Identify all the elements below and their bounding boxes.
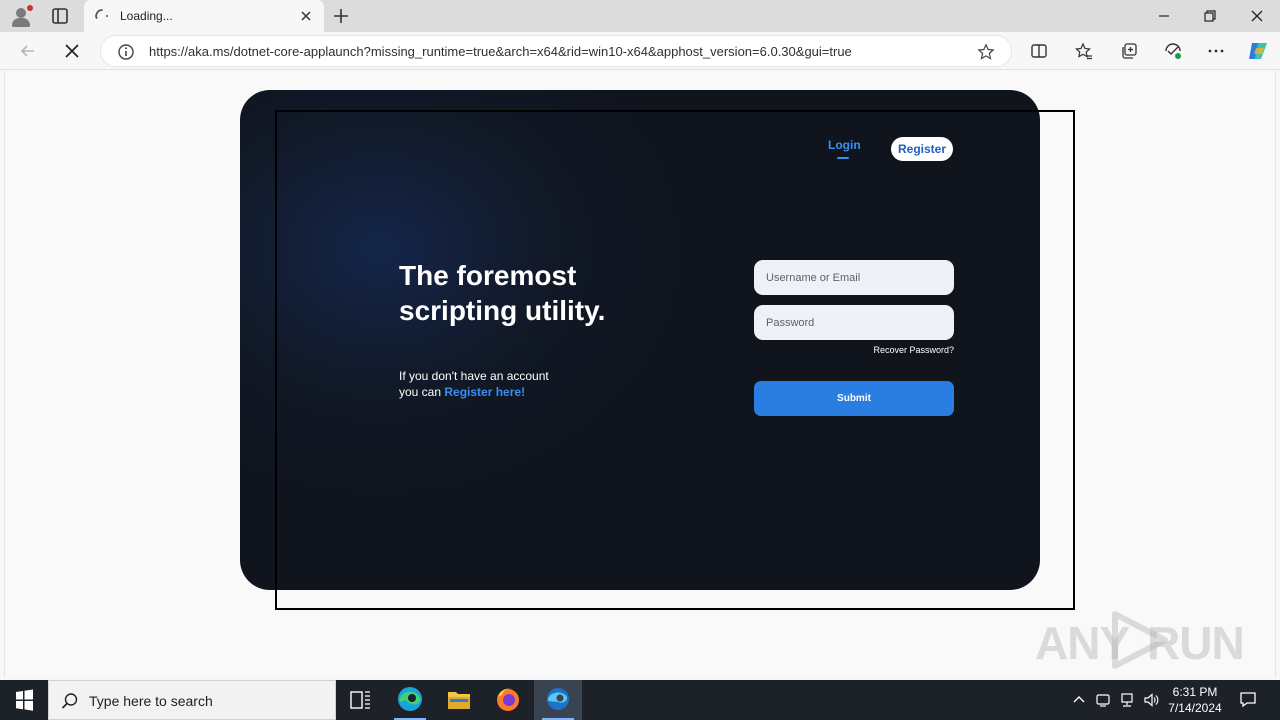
close-tab-icon[interactable] — [298, 8, 314, 24]
search-placeholder: Type here to search — [89, 693, 213, 709]
username-input[interactable] — [754, 260, 954, 295]
tab-title: Loading... — [120, 9, 173, 23]
start-windows-icon[interactable] — [0, 680, 48, 720]
register-prompt-line1: If you don't have an account — [399, 369, 549, 383]
loading-spinner-icon — [95, 9, 108, 19]
url-text[interactable]: https://aka.ms/dotnet-core-applaunch?mis… — [149, 44, 852, 59]
restore-icon[interactable] — [1202, 8, 1218, 24]
login-card: Login Register The foremost scripting ut… — [240, 90, 1040, 590]
taskbar-firefox[interactable] — [484, 680, 532, 720]
address-bar[interactable]: https://aka.ms/dotnet-core-applaunch?mis… — [100, 35, 1012, 67]
browser-toolbar: https://aka.ms/dotnet-core-applaunch?mis… — [0, 32, 1280, 70]
network-icon[interactable] — [1119, 692, 1135, 708]
browser-tab-bar: Loading... — [0, 0, 1280, 32]
nav-register-button[interactable]: Register — [891, 137, 953, 161]
password-input[interactable] — [754, 305, 954, 340]
meet-now-icon[interactable] — [1095, 692, 1111, 708]
browser-essentials-icon[interactable] — [1164, 42, 1182, 60]
favorites-icon[interactable] — [1075, 42, 1093, 60]
volume-icon[interactable] — [1143, 692, 1159, 708]
back-icon[interactable] — [19, 42, 37, 60]
taskbar-edge[interactable] — [386, 680, 434, 720]
taskbar-clock[interactable]: 6:31 PM 7/14/2024 — [1158, 684, 1232, 716]
notifications-icon[interactable] — [1239, 690, 1257, 708]
anyrun-watermark: ANY RUN — [1035, 608, 1245, 672]
profile-icon[interactable] — [10, 5, 33, 27]
show-hidden-icons-chevron-icon[interactable] — [1071, 692, 1087, 708]
tab-actions-icon[interactable] — [50, 6, 70, 26]
folder-icon — [448, 692, 470, 709]
active-tab[interactable]: Loading... — [84, 0, 324, 32]
more-options-icon[interactable] — [1207, 42, 1225, 60]
register-prompt-prefix: you can — [399, 385, 442, 399]
edge-icon — [398, 687, 422, 711]
copilot-icon[interactable] — [1247, 40, 1269, 62]
site-info-icon[interactable] — [117, 43, 135, 61]
watermark-right-text: RUN — [1147, 617, 1245, 669]
register-prompt: If you don't have an account you can Reg… — [399, 368, 599, 400]
new-tab-icon[interactable] — [332, 7, 350, 25]
close-window-icon[interactable] — [1249, 8, 1265, 24]
task-view-icon — [350, 691, 370, 709]
firefox-icon — [497, 688, 519, 711]
favorite-star-icon[interactable] — [977, 43, 995, 61]
taskbar-edge-active[interactable] — [534, 680, 582, 720]
nav-login-link[interactable]: Login — [828, 138, 861, 152]
nav-login-underline — [837, 157, 849, 159]
split-screen-icon[interactable] — [1030, 42, 1048, 60]
taskbar-file-explorer[interactable] — [435, 680, 483, 720]
edge-active-icon — [547, 688, 569, 710]
search-icon — [61, 693, 78, 709]
clock-time: 6:31 PM — [1172, 685, 1218, 699]
task-view-button[interactable] — [336, 680, 384, 720]
register-here-link[interactable]: Register here! — [444, 385, 525, 399]
taskbar-search-box[interactable]: Type here to search — [48, 680, 336, 720]
clock-date: 7/14/2024 — [1168, 701, 1222, 715]
windows-taskbar: Type here to search 6:31 PM 7/14/2024 — [0, 680, 1280, 720]
page-headline: The foremost scripting utility. — [399, 260, 606, 326]
recover-password-link[interactable]: Recover Password? — [860, 345, 954, 355]
stop-loading-icon[interactable] — [63, 42, 81, 60]
minimize-icon[interactable] — [1156, 8, 1172, 24]
collections-icon[interactable] — [1120, 42, 1138, 60]
submit-button[interactable]: Submit — [754, 381, 954, 416]
